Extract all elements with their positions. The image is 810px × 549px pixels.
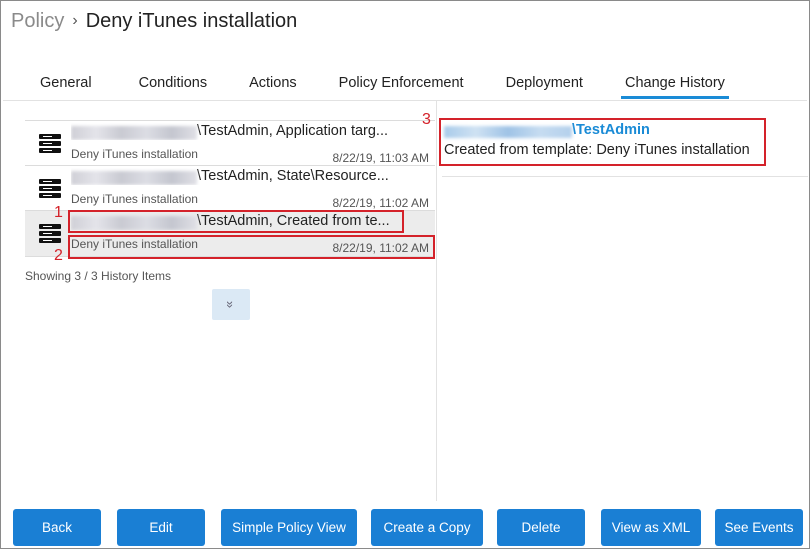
double-chevron-down-icon: » bbox=[223, 300, 239, 309]
history-item-policy: Deny iTunes installation bbox=[71, 147, 198, 161]
simple-policy-view-button[interactable]: Simple Policy View bbox=[221, 509, 357, 546]
load-more-button[interactable]: » bbox=[212, 289, 250, 320]
policy-window: Policy › Deny iTunes installation Genera… bbox=[0, 0, 810, 549]
redacted-user bbox=[71, 126, 197, 140]
history-item[interactable]: \TestAdmin, State\Resource... Deny iTune… bbox=[25, 166, 435, 211]
create-copy-button[interactable]: Create a Copy bbox=[371, 509, 483, 546]
action-bar: Back Edit Simple Policy View Create a Co… bbox=[13, 509, 803, 546]
tab-actions[interactable]: Actions bbox=[245, 71, 301, 99]
server-icon bbox=[39, 224, 61, 244]
tab-policy-enforcement[interactable]: Policy Enforcement bbox=[335, 71, 468, 99]
see-events-button[interactable]: See Events bbox=[715, 509, 803, 546]
history-item-summary: \TestAdmin, Application targ... bbox=[197, 123, 389, 139]
history-item[interactable]: \TestAdmin, Application targ... Deny iTu… bbox=[25, 121, 435, 166]
tab-bar: General Conditions Actions Policy Enforc… bbox=[23, 71, 763, 99]
annotation-box-1 bbox=[68, 210, 404, 233]
server-icon bbox=[39, 179, 61, 199]
tab-general[interactable]: General bbox=[36, 71, 96, 99]
view-as-xml-button[interactable]: View as XML bbox=[601, 509, 701, 546]
tab-deployment[interactable]: Deployment bbox=[502, 71, 587, 99]
breadcrumb: Policy › Deny iTunes installation bbox=[11, 7, 297, 35]
annotation-number-3: 3 bbox=[422, 111, 431, 128]
history-item-time: 8/22/19, 11:03 AM bbox=[332, 151, 429, 165]
page-title: Deny iTunes installation bbox=[85, 9, 298, 32]
server-icon bbox=[39, 134, 61, 154]
back-button[interactable]: Back bbox=[13, 509, 101, 546]
tabs-divider bbox=[3, 100, 807, 101]
delete-button[interactable]: Delete bbox=[497, 509, 585, 546]
tab-change-history[interactable]: Change History bbox=[620, 71, 729, 99]
edit-button[interactable]: Edit bbox=[117, 509, 205, 546]
history-item-policy: Deny iTunes installation bbox=[71, 192, 198, 206]
panel-divider bbox=[436, 101, 437, 501]
history-count: Showing 3 / 3 History Items bbox=[25, 269, 172, 283]
redacted-user bbox=[71, 171, 197, 185]
annotation-number-1: 1 bbox=[54, 204, 63, 221]
detail-divider bbox=[442, 176, 808, 177]
history-item-summary: \TestAdmin, State\Resource... bbox=[197, 168, 389, 184]
annotation-box-3 bbox=[439, 118, 766, 166]
history-item-time: 8/22/19, 11:02 AM bbox=[332, 196, 429, 210]
chevron-right-icon: › bbox=[72, 12, 78, 29]
annotation-number-2: 2 bbox=[54, 247, 63, 264]
breadcrumb-policy-link[interactable]: Policy bbox=[11, 10, 64, 33]
tab-conditions[interactable]: Conditions bbox=[135, 71, 212, 99]
annotation-box-2 bbox=[68, 235, 435, 259]
